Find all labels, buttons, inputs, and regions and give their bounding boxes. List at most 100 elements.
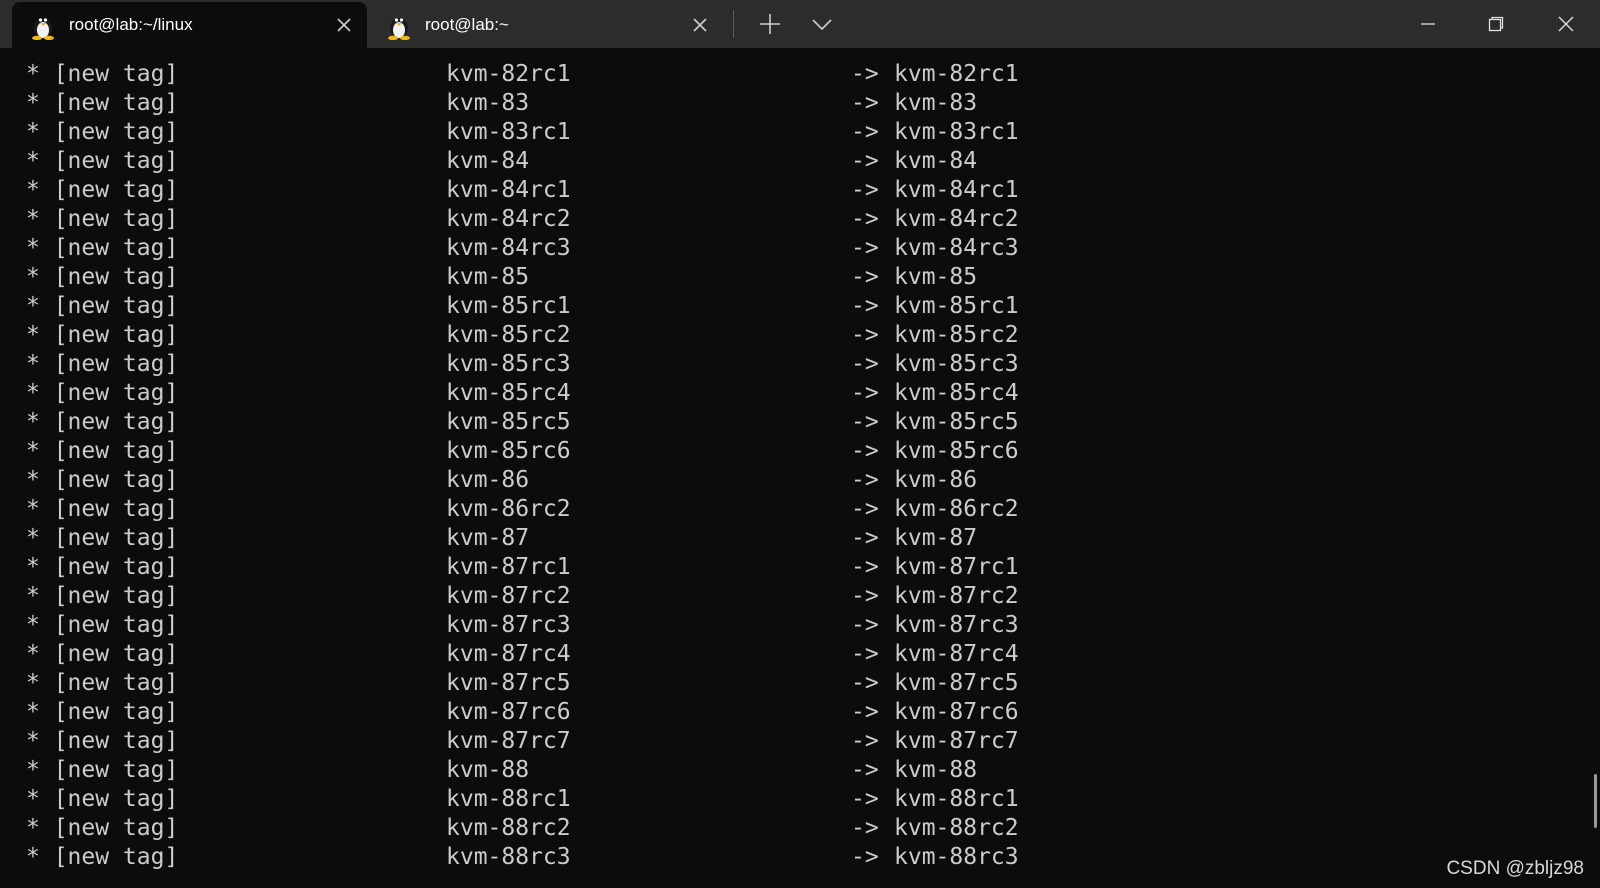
- ref-name-text: kvm-88: [446, 757, 530, 783]
- arrow-text: ->: [851, 380, 879, 406]
- tab-root-linux[interactable]: root@lab:~/linux: [12, 2, 367, 48]
- arrow-text: ->: [851, 235, 879, 261]
- tab-root-home[interactable]: root@lab:~: [368, 2, 723, 48]
- tag-status-text: * [new tag]: [26, 641, 179, 667]
- arrow-text: ->: [851, 844, 879, 870]
- dest-name-text: kvm-88rc1: [894, 786, 1019, 812]
- dest-name-text: kvm-83rc1: [894, 119, 1019, 145]
- arrow-text: ->: [851, 264, 879, 290]
- restore-icon: [1488, 16, 1504, 32]
- ref-name-text: kvm-86rc2: [446, 496, 571, 522]
- arrow-text: ->: [851, 322, 879, 348]
- ref-name-text: kvm-87rc1: [446, 554, 571, 580]
- dest-name-text: kvm-84rc1: [894, 177, 1019, 203]
- title-bar: root@lab:~/linux root@lab:~: [0, 0, 1600, 48]
- chevron-down-icon[interactable]: [808, 10, 836, 38]
- minimize-button[interactable]: [1394, 0, 1462, 48]
- arrow-text: ->: [851, 177, 879, 203]
- ref-name-text: kvm-87rc5: [446, 670, 571, 696]
- dest-name-text: kvm-87rc1: [894, 554, 1019, 580]
- close-window-button[interactable]: [1532, 0, 1600, 48]
- arrow-text: ->: [851, 757, 879, 783]
- ref-name-text: kvm-86: [446, 467, 530, 493]
- tag-status-text: * [new tag]: [26, 467, 179, 493]
- linux-penguin-icon: [32, 18, 54, 40]
- dest-name-text: kvm-85rc4: [894, 380, 1019, 406]
- dest-name-text: kvm-87rc5: [894, 670, 1019, 696]
- close-tab-icon[interactable]: [691, 16, 709, 34]
- ref-name-text: kvm-82rc1: [446, 61, 571, 87]
- ref-name-text: kvm-85rc3: [446, 351, 571, 377]
- watermark: CSDN @zbljz98: [1446, 858, 1584, 879]
- ref-name-text: kvm-88rc3: [446, 844, 571, 870]
- tag-status-text: * [new tag]: [26, 409, 179, 435]
- dest-name-text: kvm-87rc4: [894, 641, 1019, 667]
- dest-name-text: kvm-85: [894, 264, 978, 290]
- tag-status-text: * [new tag]: [26, 61, 179, 87]
- dest-name-text: kvm-84rc3: [894, 235, 1019, 261]
- tag-status-text: * [new tag]: [26, 728, 179, 754]
- tab-divider: [733, 10, 734, 38]
- ref-name-text: kvm-87rc7: [446, 728, 571, 754]
- ref-name-text: kvm-88rc2: [446, 815, 571, 841]
- tag-status-text: * [new tag]: [26, 206, 179, 232]
- dest-name-text: kvm-87: [894, 525, 978, 551]
- ref-name-text: kvm-85rc2: [446, 322, 571, 348]
- tag-status-text: * [new tag]: [26, 844, 179, 870]
- arrow-text: ->: [851, 728, 879, 754]
- minimize-icon: [1421, 23, 1435, 25]
- tab-title: root@lab:~: [425, 15, 509, 34]
- tag-status-text: * [new tag]: [26, 119, 179, 145]
- arrow-text: ->: [851, 61, 879, 87]
- ref-name-text: kvm-87rc4: [446, 641, 571, 667]
- dest-name-text: kvm-87rc3: [894, 612, 1019, 638]
- dest-name-text: kvm-86: [894, 467, 978, 493]
- scrollbar-thumb[interactable]: [1594, 774, 1597, 828]
- arrow-text: ->: [851, 496, 879, 522]
- dest-name-text: kvm-83: [894, 90, 978, 116]
- dest-name-text: kvm-85rc5: [894, 409, 1019, 435]
- dest-name-text: kvm-85rc1: [894, 293, 1019, 319]
- arrow-text: ->: [851, 786, 879, 812]
- arrow-text: ->: [851, 641, 879, 667]
- tag-status-text: * [new tag]: [26, 525, 179, 551]
- tag-status-text: * [new tag]: [26, 815, 179, 841]
- tag-status-text: * [new tag]: [26, 583, 179, 609]
- arrow-text: ->: [851, 554, 879, 580]
- ref-name-text: kvm-84: [446, 148, 530, 174]
- linux-penguin-icon: [388, 18, 410, 40]
- dest-name-text: kvm-86rc2: [894, 496, 1019, 522]
- close-tab-icon[interactable]: [335, 16, 353, 34]
- ref-name-text: kvm-85: [446, 264, 530, 290]
- tag-status-text: * [new tag]: [26, 148, 179, 174]
- ref-name-text: kvm-84rc3: [446, 235, 571, 261]
- terminal-output[interactable]: * [new tag] kvm-82rc1 -> kvm-82rc1 * [new ta…: [0, 48, 1600, 888]
- arrow-text: ->: [851, 583, 879, 609]
- restore-button[interactable]: [1462, 0, 1530, 48]
- tag-status-text: * [new tag]: [26, 235, 179, 261]
- dest-name-text: kvm-88: [894, 757, 978, 783]
- ref-name-text: kvm-83: [446, 90, 530, 116]
- tag-status-text: * [new tag]: [26, 670, 179, 696]
- dest-name-text: kvm-85rc6: [894, 438, 1019, 464]
- dest-name-text: kvm-88rc3: [894, 844, 1019, 870]
- new-tab-plus-icon[interactable]: [756, 10, 784, 38]
- ref-name-text: kvm-87rc6: [446, 699, 571, 725]
- arrow-text: ->: [851, 815, 879, 841]
- tag-status-text: * [new tag]: [26, 496, 179, 522]
- tag-status-text: * [new tag]: [26, 351, 179, 377]
- tag-status-text: * [new tag]: [26, 293, 179, 319]
- dest-name-text: kvm-84rc2: [894, 206, 1019, 232]
- dest-name-text: kvm-87rc7: [894, 728, 1019, 754]
- ref-name-text: kvm-84rc2: [446, 206, 571, 232]
- tag-status-text: * [new tag]: [26, 380, 179, 406]
- tag-status-text: * [new tag]: [26, 90, 179, 116]
- ref-name-text: kvm-85rc4: [446, 380, 571, 406]
- arrow-text: ->: [851, 148, 879, 174]
- ref-name-text: kvm-87rc3: [446, 612, 571, 638]
- tag-status-text: * [new tag]: [26, 264, 179, 290]
- tag-status-text: * [new tag]: [26, 786, 179, 812]
- tag-status-text: * [new tag]: [26, 612, 179, 638]
- dest-name-text: kvm-88rc2: [894, 815, 1019, 841]
- ref-name-text: kvm-88rc1: [446, 786, 571, 812]
